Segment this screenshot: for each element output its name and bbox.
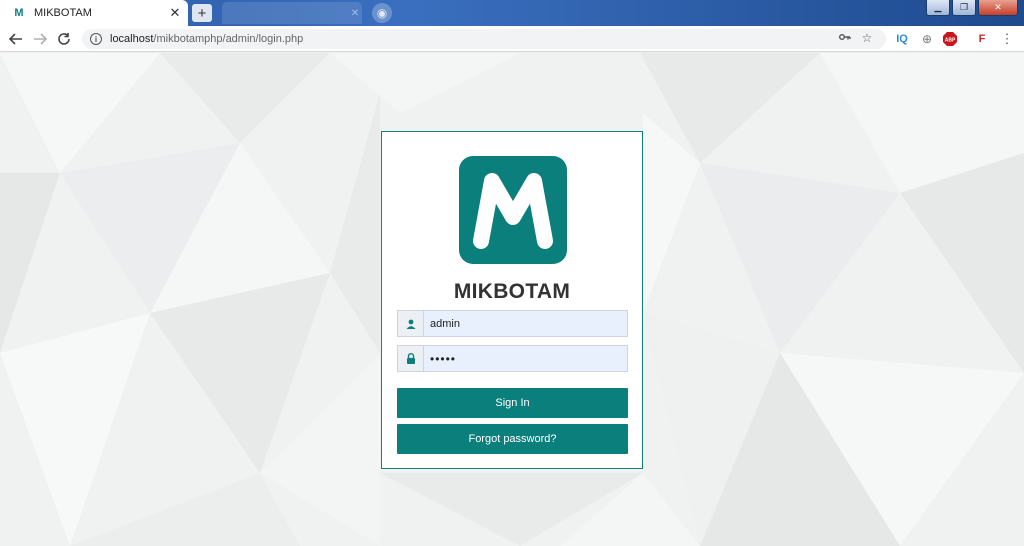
minimize-button[interactable]: ▁ (926, 0, 950, 16)
url-path: /mikbotamphp/admin/login.php (153, 33, 304, 45)
adblock-icon[interactable]: ABP (942, 30, 958, 48)
globe-extension-icon[interactable]: ⊕ (918, 30, 936, 48)
window-controls: ▁ ❐ ✕ (924, 0, 1018, 16)
info-icon[interactable]: i (90, 33, 102, 45)
tab-close-icon[interactable]: ✕ (166, 5, 184, 21)
address-bar[interactable]: i localhost/mikbotamphp/admin/login.php … (82, 29, 886, 49)
password-input[interactable]: ••••• (424, 346, 627, 371)
brand-title: MIKBOTAM (453, 280, 571, 303)
tab-mikbotam[interactable]: M MIKBOTAM ✕ (0, 0, 188, 26)
close-window-button[interactable]: ✕ (978, 0, 1018, 16)
browser-toolbar: i localhost/mikbotamphp/admin/login.php … (0, 26, 1024, 52)
tab-inactive-close-icon[interactable]: ✕ (348, 8, 362, 19)
tab-extra-icon[interactable]: ◉ (372, 3, 392, 23)
page-background: MIKBOTAM ••••• Sign In Forgot password? (0, 53, 1024, 546)
url-host: localhost (110, 33, 154, 45)
restore-button[interactable]: ❐ (952, 0, 976, 16)
back-icon[interactable] (4, 27, 28, 51)
mikbotam-logo (459, 156, 567, 264)
tab-title: MIKBOTAM (34, 7, 92, 19)
star-icon[interactable]: ☆ (856, 31, 878, 45)
forgot-password-button[interactable]: Forgot password? (397, 424, 628, 454)
username-input[interactable] (424, 311, 627, 336)
tab-inactive[interactable]: ✕ (222, 2, 362, 24)
svg-text:ABP: ABP (945, 37, 956, 43)
user-icon (398, 311, 424, 336)
menu-icon[interactable]: ⋮ (1000, 30, 1014, 48)
key-icon[interactable] (834, 31, 856, 45)
password-field: ••••• (397, 345, 628, 372)
firebug-extension-icon[interactable]: F (974, 30, 990, 48)
lock-icon (398, 346, 424, 371)
reload-icon[interactable] (52, 27, 76, 51)
username-field (397, 310, 628, 337)
sign-in-button[interactable]: Sign In (397, 388, 628, 418)
browser-tab-strip: M MIKBOTAM ✕ + ✕ ◉ ▁ ❐ ✕ (0, 0, 1024, 26)
favicon-icon: M (14, 7, 24, 19)
login-card: MIKBOTAM ••••• Sign In Forgot password? (381, 131, 643, 469)
url-text: localhost/mikbotamphp/admin/login.php (110, 33, 303, 45)
iq-extension-icon[interactable]: IQ (893, 30, 911, 48)
new-tab-button[interactable]: + (192, 4, 212, 22)
forward-icon[interactable] (28, 27, 52, 51)
